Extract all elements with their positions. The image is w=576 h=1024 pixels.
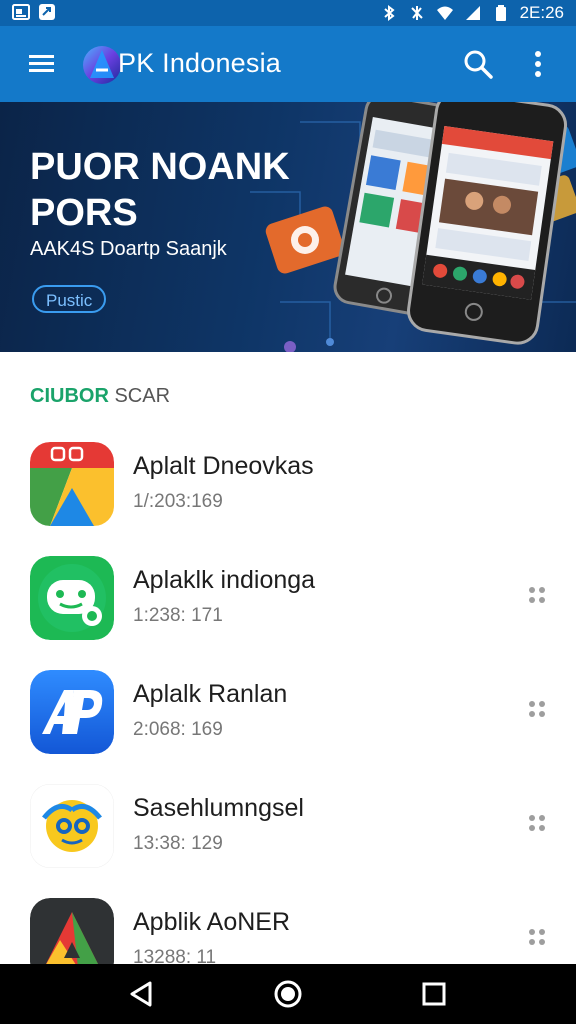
app-name: Apblik AoNER xyxy=(133,908,291,936)
banner-subtitle: AAK4S Doartp Saanjk xyxy=(30,238,227,260)
section-header-accent: CIUBOR xyxy=(30,385,109,407)
app-meta: 2:068: 169 xyxy=(133,719,223,740)
drag-handle-icon[interactable] xyxy=(526,926,548,948)
banner-title: PUOR NOANK PORS xyxy=(30,146,290,234)
status-left xyxy=(12,3,56,21)
signal-icon xyxy=(465,6,480,20)
list-item[interactable]: Aplaklk indionga 1:238: 171 xyxy=(0,544,576,650)
recents-icon[interactable] xyxy=(418,978,450,1010)
drag-handle-icon[interactable] xyxy=(526,584,548,606)
menu-icon[interactable] xyxy=(28,50,56,78)
status-right: 2E:26 xyxy=(380,3,564,23)
app-meta: 1/:203:169 xyxy=(133,491,223,512)
drag-handle-icon[interactable] xyxy=(526,812,548,834)
status-bar: 2E:26 xyxy=(0,0,576,26)
promo-banner[interactable]: PUOR NOANK PORS AAK4S Doartp Saanjk Pust… xyxy=(0,102,576,352)
drag-handle-icon[interactable] xyxy=(526,698,548,720)
app-logo-icon xyxy=(83,46,121,84)
green-chat-icon xyxy=(30,556,114,640)
ap-logo-icon xyxy=(30,670,114,754)
app-name: Aplalt Dneovkas xyxy=(133,452,314,480)
app-title: PK Indonesia xyxy=(118,48,282,78)
banner-chip-button[interactable]: Pustic xyxy=(32,285,107,313)
list-item[interactable]: Sasehlumngsel 13:38: 129 xyxy=(0,772,576,878)
list-item[interactable]: Aplalk Ranlan 2:068: 169 xyxy=(0,658,576,764)
google-style-icon xyxy=(30,442,114,526)
sync-icon xyxy=(39,4,55,20)
bluetooth-icon xyxy=(383,5,395,21)
yellow-face-icon xyxy=(30,784,114,868)
back-icon[interactable] xyxy=(126,978,158,1010)
wifi-icon xyxy=(436,6,453,20)
app-name: Aplaklk indionga xyxy=(133,566,316,594)
section-header-rest: SCAR xyxy=(114,385,171,407)
app-meta: 1:238: 171 xyxy=(133,605,223,626)
section-header: CIUBOR SCAR xyxy=(30,385,170,408)
vibrate-icon xyxy=(410,6,423,20)
home-icon[interactable] xyxy=(272,978,304,1010)
battery-icon xyxy=(495,5,506,21)
search-icon[interactable] xyxy=(462,48,494,80)
list-item[interactable]: Aplalt Dneovkas 1/:203:169 xyxy=(0,430,576,536)
status-time: 2E:26 xyxy=(519,3,564,22)
app-meta: 13:38: 129 xyxy=(133,833,223,854)
image-icon xyxy=(12,4,30,20)
app-bar: PK Indonesia xyxy=(0,26,576,102)
overflow-menu-icon[interactable] xyxy=(526,48,550,80)
system-nav-bar xyxy=(0,964,576,1024)
app-name: Sasehlumngsel xyxy=(133,794,304,822)
app-name: Aplalk Ranlan xyxy=(133,680,288,708)
